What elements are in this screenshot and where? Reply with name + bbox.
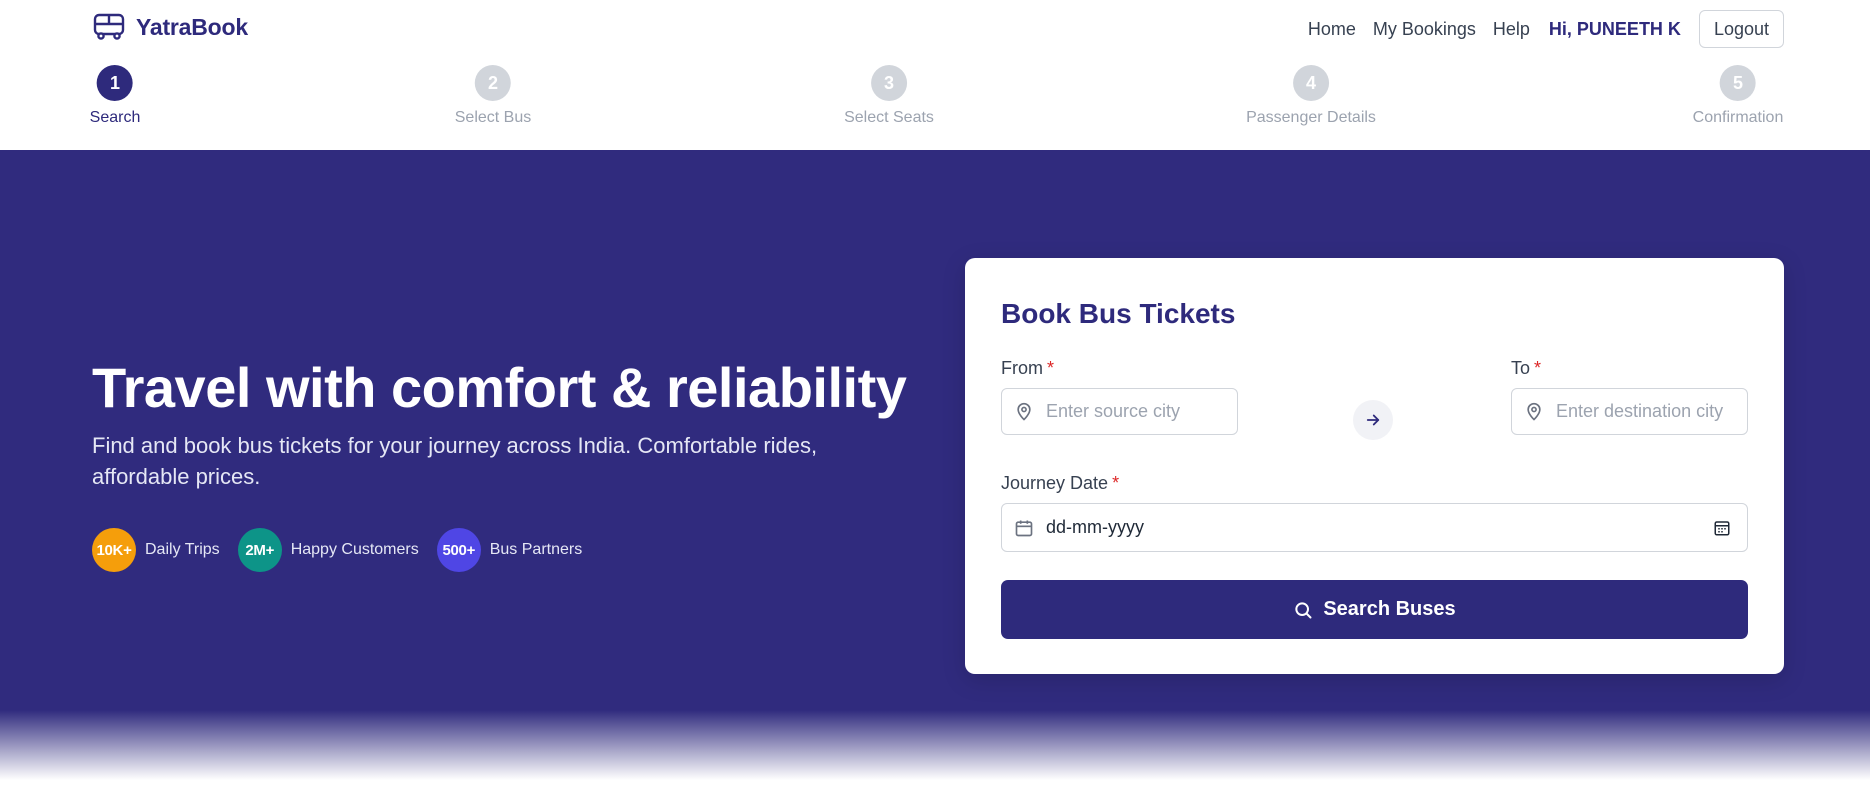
hero-title: Travel with comfort & reliability [92, 356, 907, 419]
step-passenger-details: 4 Passenger Details [1246, 65, 1376, 127]
step-label: Passenger Details [1246, 109, 1376, 126]
stat-daily-trips: 10K+ Daily Trips [92, 528, 220, 572]
step-select-seats: 3 Select Seats [844, 65, 934, 127]
stats-row: 10K+ Daily Trips 2M+ Happy Customers 500… [92, 528, 600, 572]
journey-date-label-text: Journey Date [1001, 473, 1109, 493]
journey-date-value: dd-mm-yyyy [1046, 517, 1144, 537]
swap-cities-button[interactable] [1353, 400, 1393, 440]
date-picker-icon[interactable] [1713, 519, 1731, 537]
step-label: Confirmation [1692, 109, 1784, 126]
step-number: 3 [870, 65, 907, 101]
calendar-icon [1015, 520, 1033, 536]
search-buses-label: Search Buses [1323, 598, 1456, 620]
stat-badge: 500+ [436, 528, 481, 572]
to-label: To * [1511, 358, 1541, 379]
step-select-bus: 2 Select Bus [455, 65, 531, 127]
arrow-right-icon [1366, 414, 1380, 426]
stat-label: Bus Partners [489, 541, 583, 558]
step-label: Search [89, 109, 141, 126]
stat-badge: 10K+ [92, 528, 136, 572]
stat-bus-partners: 500+ Bus Partners [436, 528, 583, 572]
stat-label: Happy Customers [290, 541, 419, 558]
search-icon [1295, 601, 1312, 618]
to-label-text: To [1511, 358, 1531, 378]
stat-label: Daily Trips [145, 541, 220, 558]
step-number: 2 [474, 65, 511, 101]
to-field[interactable] [1511, 388, 1748, 435]
step-number: 5 [1719, 65, 1756, 101]
journey-date-label: Journey Date * [1001, 473, 1119, 494]
required-mark: * [1047, 358, 1055, 378]
from-label-text: From [1001, 358, 1043, 378]
booking-card: Book Bus Tickets From* To* [965, 258, 1784, 674]
stat-happy-customers: 2M+ Happy Customers [237, 528, 419, 572]
booking-card-title: Book Bus Tickets [1001, 298, 1236, 329]
from-label: From * [1001, 358, 1054, 379]
hero-section: Travel with comfort & reliability Find a… [0, 150, 1870, 796]
search-buses-button[interactable]: Search Buses [1001, 580, 1748, 639]
step-search: 1 Search [89, 65, 141, 127]
from-input[interactable] [1046, 401, 1219, 422]
required-mark: * [1112, 473, 1120, 493]
map-pin-icon [1527, 402, 1541, 421]
journey-date-field[interactable]: dd-mm-yyyy [1001, 503, 1748, 552]
step-label: Select Seats [844, 109, 934, 126]
stat-badge: 2M+ [237, 528, 282, 572]
required-mark: * [1534, 358, 1542, 378]
step-confirmation: 5 Confirmation [1692, 65, 1784, 127]
hero-subtitle: Find and book bus tickets for your journ… [92, 433, 818, 489]
booking-stepper: 1 Search 2 Select Bus 3 Select Seats 4 P… [0, 0, 1870, 150]
step-number: 1 [96, 65, 133, 101]
from-field[interactable] [1001, 388, 1238, 435]
step-number: 4 [1293, 65, 1329, 101]
map-pin-icon [1017, 402, 1031, 421]
step-label: Select Bus [454, 109, 532, 126]
to-input[interactable] [1556, 401, 1729, 422]
